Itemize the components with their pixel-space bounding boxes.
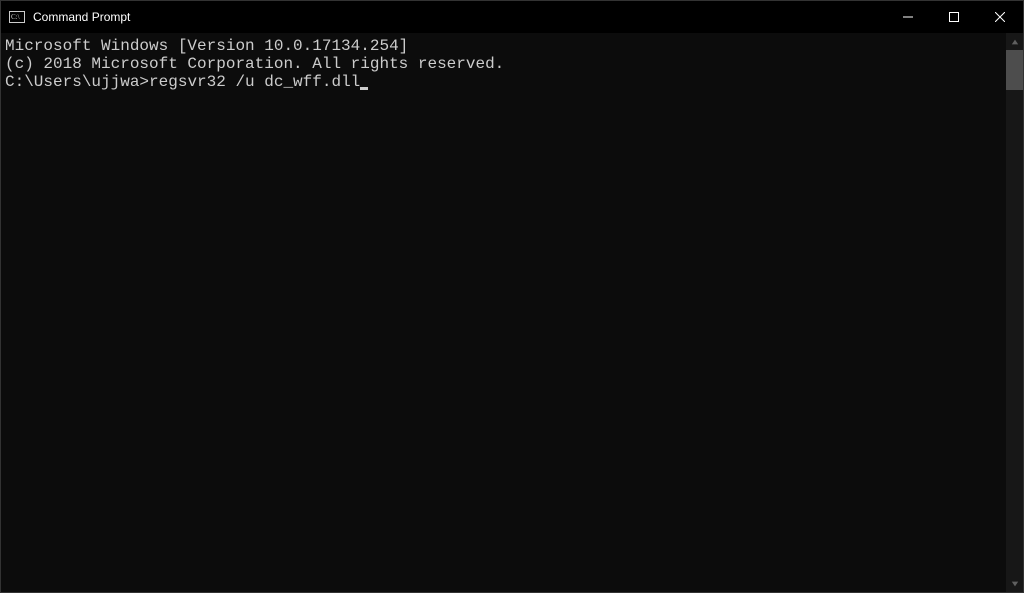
- svg-text:C:\: C:\: [11, 13, 20, 21]
- scroll-up-arrow[interactable]: [1006, 33, 1023, 50]
- minimize-button[interactable]: [885, 1, 931, 33]
- window-title: Command Prompt: [33, 10, 885, 24]
- vertical-scrollbar[interactable]: [1006, 33, 1023, 592]
- maximize-button[interactable]: [931, 1, 977, 33]
- terminal-command: regsvr32 /u dc_wff.dll: [149, 73, 360, 91]
- window-controls: [885, 1, 1023, 33]
- cmd-icon: C:\: [9, 9, 25, 25]
- terminal-line: Microsoft Windows [Version 10.0.17134.25…: [5, 37, 1006, 55]
- terminal-prompt-line: C:\Users\ujjwa>regsvr32 /u dc_wff.dll: [5, 73, 1006, 91]
- scroll-down-arrow[interactable]: [1006, 575, 1023, 592]
- scroll-thumb[interactable]: [1006, 50, 1023, 90]
- command-prompt-window: C:\ Command Prompt Microsoft Windows [Ve…: [0, 0, 1024, 593]
- terminal-line: (c) 2018 Microsoft Corporation. All righ…: [5, 55, 1006, 73]
- scroll-track[interactable]: [1006, 50, 1023, 575]
- text-cursor: [360, 87, 368, 90]
- content-area: Microsoft Windows [Version 10.0.17134.25…: [1, 33, 1023, 592]
- titlebar[interactable]: C:\ Command Prompt: [1, 1, 1023, 33]
- terminal-prompt: C:\Users\ujjwa>: [5, 73, 149, 91]
- close-button[interactable]: [977, 1, 1023, 33]
- terminal-output[interactable]: Microsoft Windows [Version 10.0.17134.25…: [1, 33, 1006, 592]
